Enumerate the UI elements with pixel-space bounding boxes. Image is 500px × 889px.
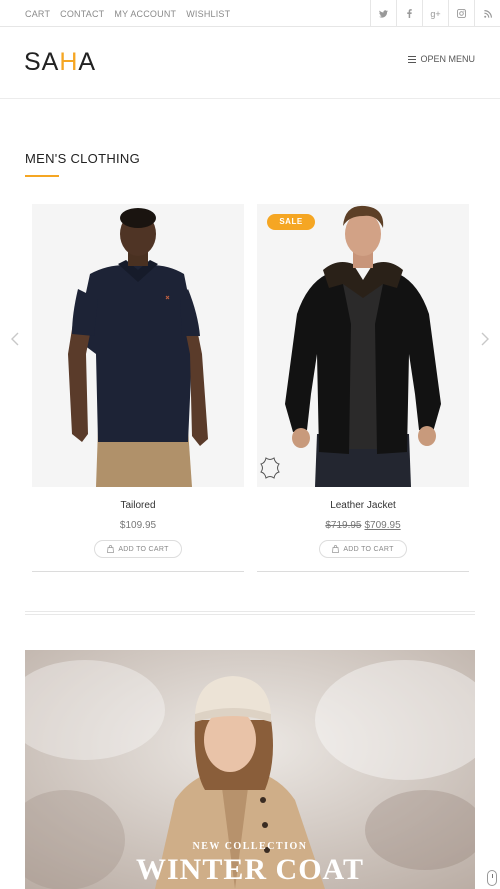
google-plus-icon[interactable]: g+ [422,0,448,27]
site-logo[interactable]: SAHA [24,48,96,77]
wishlist-link[interactable]: WISHLIST [186,9,230,19]
social-links: g+ [370,0,500,27]
cart-link[interactable]: CART [25,9,50,19]
sale-badge: SALE [267,214,315,230]
title-underline [25,175,59,177]
scroll-indicator-icon[interactable] [487,870,497,886]
add-to-cart-button[interactable]: ADD TO CART [94,540,182,558]
product-image[interactable]: SALE [257,204,469,487]
twitter-icon[interactable] [370,0,396,27]
contact-link[interactable]: CONTACT [60,9,104,19]
open-menu-label: OPEN MENU [420,54,475,64]
instagram-icon[interactable] [448,0,474,27]
product-card: Tailored $109.95 ADD TO CART [32,204,244,574]
top-bar: CART CONTACT MY ACCOUNT WISHLIST g+ [0,0,500,27]
leather-icon [260,457,280,479]
carousel-next-arrow-icon[interactable] [479,330,491,350]
product-price: $719.95 $709.95 [257,520,469,531]
site-header: SAHA OPEN MENU [0,27,500,99]
sale-price: $709.95 [364,520,401,531]
rss-icon[interactable] [474,0,500,27]
banner-title: WINTER COAT [136,853,364,886]
add-to-cart-label: ADD TO CART [118,545,169,553]
carousel-prev-arrow-icon[interactable] [9,330,21,350]
facebook-icon[interactable] [396,0,422,27]
top-links: CART CONTACT MY ACCOUNT WISHLIST [25,0,230,27]
product-name[interactable]: Tailored [32,500,244,511]
card-divider [32,571,244,572]
product-name[interactable]: Leather Jacket [257,500,469,511]
old-price: $719.95 [325,520,362,531]
hamburger-icon [408,55,417,63]
shopping-bag-icon [332,545,340,553]
product-price: $109.95 [119,520,157,531]
section-divider [25,611,475,615]
card-divider [257,571,469,572]
promo-banner[interactable]: NEW COLLECTION WINTER COAT [25,650,475,889]
banner-subtitle: NEW COLLECTION [192,841,308,852]
product-card: SALE Leather Jacket $719.95 $709.95 ADD T… [257,204,469,574]
add-to-cart-button[interactable]: ADD TO CART [319,540,407,558]
section-title: MEN'S CLOTHING [25,151,141,166]
my-account-link[interactable]: MY ACCOUNT [114,9,176,19]
product-image[interactable] [32,204,244,487]
add-to-cart-label: ADD TO CART [343,545,394,553]
open-menu-button[interactable]: OPEN MENU [408,54,475,64]
shopping-bag-icon [107,545,115,553]
